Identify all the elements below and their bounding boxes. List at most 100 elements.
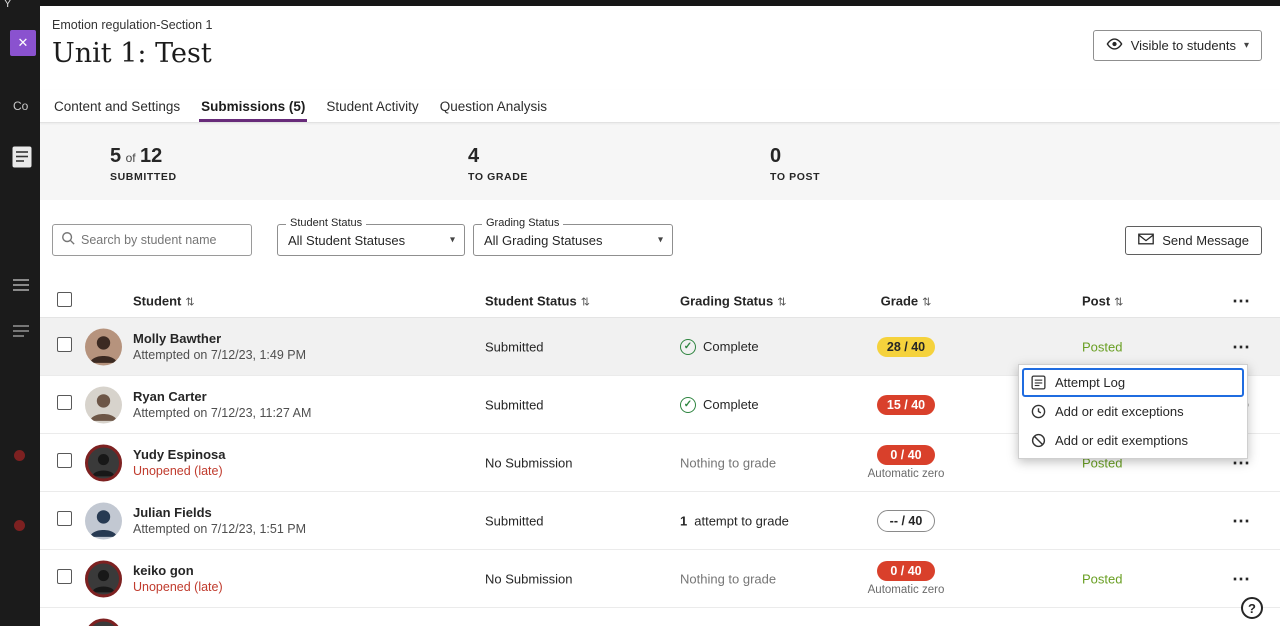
sort-icon: ⇅ — [185, 297, 194, 309]
grading-status-text: Nothing to grade — [680, 571, 776, 586]
column-header-post[interactable]: Post ⇅ — [1082, 294, 1123, 309]
assessment-panel: Emotion regulation-Section 1 Unit 1: Tes… — [40, 6, 1280, 626]
student-name-cell[interactable]: Ryan Carter Attempted on 7/12/23, 11:27 … — [133, 389, 311, 421]
student-search — [52, 224, 252, 256]
breadcrumb-course-name: Emotion regulation-Section 1 — [52, 18, 213, 32]
grade-pill[interactable]: 0 / 40 — [877, 561, 935, 581]
student-name-cell[interactable]: Molly Bawther Attempted on 7/12/23, 1:49… — [133, 331, 306, 363]
tab-bar: Content and Settings Submissions (5) Stu… — [40, 90, 1280, 123]
submitted-label: SUBMITTED — [110, 171, 177, 183]
student-name: Ryan Carter — [133, 389, 311, 405]
search-input[interactable] — [81, 233, 243, 247]
student-name-cell[interactable]: keiko gon Unopened (late) — [133, 563, 223, 595]
close-panel-button[interactable]: ✕ — [10, 30, 36, 56]
row-options-button[interactable]: ⋯ — [1232, 458, 1251, 468]
grading-status-select-value: All Grading Statuses — [484, 233, 603, 248]
attempt-info: Attempted on 7/12/23, 1:51 PM — [133, 521, 306, 537]
row-checkbox[interactable] — [57, 569, 72, 584]
grading-status-cell: ✓ Complete — [680, 339, 759, 355]
select-all-checkbox[interactable] — [57, 292, 72, 307]
tab-content-and-settings[interactable]: Content and Settings — [52, 90, 182, 122]
row-options-button[interactable]: ⋯ — [1232, 574, 1251, 584]
column-header-label: Post — [1082, 294, 1110, 309]
tab-student-activity[interactable]: Student Activity — [324, 90, 420, 122]
student-name: Julian Fields — [133, 505, 306, 521]
to-grade-label: TO GRADE — [468, 171, 528, 183]
menu-lines-icon — [13, 324, 29, 342]
stat-submitted: 5 of 12 SUBMITTED — [110, 145, 177, 183]
filter-toolbar: Student Status All Student Statuses ▾ Gr… — [40, 200, 1280, 282]
avatar — [85, 386, 122, 423]
grade-pill[interactable]: 0 / 40 — [877, 445, 935, 465]
sort-icon: ⇅ — [1114, 297, 1123, 309]
complete-check-icon: ✓ — [680, 339, 696, 355]
menu-item-label: Add or edit exemptions — [1055, 433, 1188, 448]
attempt-info: Attempted on 7/12/23, 1:49 PM — [133, 347, 306, 363]
send-message-label: Send Message — [1162, 233, 1249, 248]
column-header-label: Grading Status — [680, 294, 773, 309]
grading-status-select[interactable]: Grading Status All Grading Statuses ▾ — [473, 224, 673, 256]
grading-status-cell: 1 attempt to grade — [680, 513, 789, 528]
student-status-cell: Submitted — [485, 397, 544, 412]
status-dot-icon — [14, 450, 25, 461]
column-header-student[interactable]: Student⇅ — [133, 294, 195, 309]
document-icon — [12, 146, 32, 173]
attempt-info: Unopened (late) — [133, 579, 223, 595]
student-status-select-value: All Student Statuses — [288, 233, 405, 248]
grading-status-cell: ✓ Complete — [680, 397, 759, 413]
search-icon — [61, 231, 75, 250]
menu-item-attempt-log[interactable]: Attempt Log — [1022, 368, 1244, 397]
chevron-down-icon: ▾ — [1244, 40, 1249, 51]
attempt-info: Attempted on 7/12/23, 11:27 AM — [133, 405, 311, 421]
tab-submissions[interactable]: Submissions (5) — [199, 90, 307, 122]
row-options-button[interactable]: ⋯ — [1232, 342, 1251, 352]
column-header-student-status[interactable]: Student Status⇅ — [485, 294, 590, 309]
row-checkbox[interactable] — [57, 337, 72, 352]
row-checkbox[interactable] — [57, 395, 72, 410]
row-checkbox[interactable] — [57, 453, 72, 468]
grading-status-text: Nothing to grade — [680, 455, 776, 470]
tab-label: Submissions (5) — [201, 99, 305, 114]
send-message-button[interactable]: Send Message — [1125, 226, 1262, 255]
grading-status-text: Complete — [703, 339, 759, 354]
student-name-cell[interactable]: Julian Fields Attempted on 7/12/23, 1:51… — [133, 505, 306, 537]
post-status[interactable]: Posted — [1082, 339, 1122, 354]
student-name-cell[interactable]: Yudy Espinosa Unopened (late) — [133, 447, 225, 479]
menu-item-add-exemptions[interactable]: Add or edit exemptions — [1022, 426, 1244, 455]
grade-pill[interactable]: 28 / 40 — [877, 337, 935, 357]
visibility-label: Visible to students — [1131, 38, 1236, 53]
table-options-button[interactable]: ⋯ — [1232, 296, 1251, 306]
grade-pill[interactable]: -- / 40 — [877, 510, 935, 532]
attempt-count: 1 — [680, 513, 687, 528]
table-row-partial — [40, 608, 1280, 626]
chevron-down-icon: ▾ — [450, 235, 455, 246]
page-title: Unit 1: Test — [52, 38, 212, 69]
tab-question-analysis[interactable]: Question Analysis — [438, 90, 549, 122]
tab-label: Student Activity — [326, 99, 418, 114]
student-status-select[interactable]: Student Status All Student Statuses ▾ — [277, 224, 465, 256]
help-button[interactable]: ? — [1241, 597, 1263, 619]
student-name: Molly Bawther — [133, 331, 306, 347]
grading-status-select-label: Grading Status — [482, 217, 563, 229]
grading-status-cell: Nothing to grade — [680, 571, 776, 586]
avatar — [85, 618, 122, 626]
menu-item-add-exceptions[interactable]: Add or edit exceptions — [1022, 397, 1244, 426]
row-options-button[interactable]: ⋯ — [1232, 516, 1251, 526]
avatar — [85, 328, 122, 365]
column-header-grading-status[interactable]: Grading Status⇅ — [680, 294, 786, 309]
status-dot-icon — [14, 520, 25, 531]
table-header-row: Student⇅ Student Status⇅ Grading Status⇅… — [40, 282, 1280, 318]
complete-check-icon: ✓ — [680, 397, 696, 413]
submitted-of: of — [126, 151, 136, 165]
column-header-grade[interactable]: Grade⇅ — [852, 294, 960, 309]
post-status[interactable]: Posted — [1082, 571, 1122, 586]
eye-icon — [1106, 38, 1123, 53]
grade-pill[interactable]: 15 / 40 — [877, 395, 935, 415]
visibility-dropdown-button[interactable]: Visible to students ▾ — [1093, 30, 1262, 61]
avatar — [85, 502, 122, 539]
grading-status-text: Complete — [703, 397, 759, 412]
row-checkbox[interactable] — [57, 511, 72, 526]
student-status-cell: Submitted — [485, 339, 544, 354]
list-icon — [13, 278, 29, 296]
to-grade-count: 4 — [468, 145, 479, 167]
